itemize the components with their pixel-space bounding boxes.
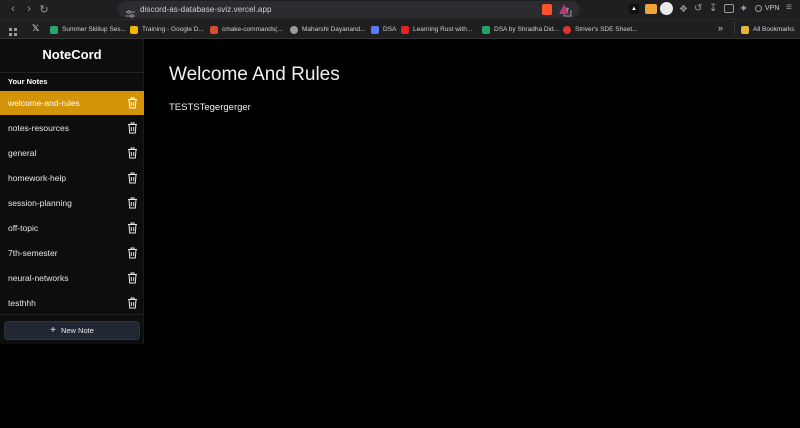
note-view: Welcome And Rules TESTSTegergerger: [145, 39, 800, 428]
new-note-label: New Note: [60, 326, 94, 335]
globe-icon: [290, 25, 298, 34]
trash-icon[interactable]: [126, 172, 138, 185]
google-drive-icon: [130, 25, 138, 34]
vpn-label: VPN: [765, 5, 780, 12]
trash-icon[interactable]: [126, 247, 138, 260]
download-icon[interactable]: ↧: [709, 3, 717, 14]
plus-icon: +: [50, 324, 56, 336]
bookmark-item[interactable]: cmake-commands(...: [210, 22, 283, 37]
bookmark-favicon-icon: [50, 25, 58, 34]
app-brand: NoteCord: [42, 47, 102, 62]
leo-ai-icon[interactable]: ✦: [739, 2, 748, 15]
note-label: neural-networks: [8, 273, 69, 283]
note-label: 7th-semester: [8, 248, 58, 258]
x-bookmark-icon[interactable]: 𝕏: [32, 23, 39, 34]
trash-icon[interactable]: [126, 272, 138, 285]
note-item-notes-resources[interactable]: notes-resources: [0, 116, 144, 140]
brand-divider: [0, 72, 144, 73]
vpn-button[interactable]: VPN: [755, 5, 779, 12]
url-text: discord-as-database-sviz.vercel.app: [140, 5, 272, 14]
browser-chrome: ‹ › ↻ discord-as-database-sviz.vercel.ap…: [0, 0, 800, 39]
new-note-button[interactable]: + New Note: [4, 321, 140, 340]
bookmark-label: cmake-commands(...: [222, 26, 283, 33]
folder-icon: [741, 25, 749, 34]
extension-icon-2[interactable]: [645, 4, 657, 14]
bookmark-item[interactable]: DSA by Shradha Did...: [482, 22, 559, 37]
bookmark-item[interactable]: Learning Rust with...: [401, 22, 472, 37]
note-label: welcome-and-rules: [8, 98, 80, 108]
bookmark-label: Striver's SDE Sheet...: [575, 26, 638, 33]
note-label: notes-resources: [8, 123, 69, 133]
cmake-icon: [210, 25, 218, 34]
all-bookmarks-label: All Bookmarks: [753, 26, 795, 33]
bookmark-label: DSA: [383, 26, 397, 33]
forward-button[interactable]: ›: [21, 1, 37, 17]
bookmark-favicon-icon: [482, 25, 490, 34]
note-item-session-planning[interactable]: session-planning: [0, 191, 144, 215]
trash-icon[interactable]: [126, 297, 138, 310]
note-item-7th-semester[interactable]: 7th-semester: [0, 241, 144, 265]
extension-icon-3[interactable]: [660, 2, 673, 15]
note-item-homework-help[interactable]: homework-help: [0, 166, 144, 190]
bookmark-label: Summer Skillup Ses...: [62, 26, 126, 33]
sidebar-footer-divider: [0, 314, 144, 315]
note-label: off-topic: [8, 223, 39, 233]
history-icon[interactable]: ↺: [694, 3, 702, 14]
bookmarks-divider: [734, 22, 735, 34]
note-item-welcome-and-rules[interactable]: welcome-and-rules: [0, 91, 144, 115]
note-item-neural-networks[interactable]: neural-networks: [0, 266, 144, 290]
bookmarks-bar: 𝕏 Summer Skillup Ses... Training - Googl…: [0, 19, 800, 38]
bookmark-item[interactable]: Maharshi Dayanand...: [290, 22, 366, 37]
address-row: ‹ › ↻ discord-as-database-sviz.vercel.ap…: [0, 0, 800, 19]
note-label: session-planning: [8, 198, 72, 208]
note-item-off-topic[interactable]: off-topic: [0, 216, 144, 240]
address-bar[interactable]: discord-as-database-sviz.vercel.app: [118, 1, 580, 18]
note-title: Welcome And Rules: [169, 64, 340, 85]
bookmark-item[interactable]: DSA: [371, 22, 396, 37]
bookmark-label: Learning Rust with...: [413, 26, 473, 33]
note-label: testhhh: [8, 298, 36, 308]
bookmark-label: Maharshi Dayanand...: [302, 26, 366, 33]
bookmark-item[interactable]: Striver's SDE Sheet...: [563, 22, 638, 37]
note-label: homework-help: [8, 173, 67, 183]
note-item-general[interactable]: general: [0, 141, 144, 165]
bookmark-item[interactable]: Summer Skillup Ses...: [50, 22, 126, 37]
note-content[interactable]: TESTSTegergerger: [169, 102, 251, 113]
bookmark-favicon-icon: [371, 25, 379, 34]
trash-icon[interactable]: [126, 97, 138, 110]
more-bookmarks-icon[interactable]: »: [718, 23, 723, 33]
bookmark-label: DSA by Shradha Did...: [494, 26, 560, 33]
youtube-icon: [401, 25, 409, 34]
bookmark-favicon-icon: [563, 25, 571, 34]
note-item-testhhh[interactable]: testhhh: [0, 291, 144, 315]
note-label: general: [8, 148, 37, 158]
vpn-icon: [755, 5, 762, 12]
bookmark-label: Training - Google D...: [142, 26, 204, 33]
sidebar: NoteCord Your Notes welcome-and-rules no…: [0, 39, 144, 344]
trash-icon[interactable]: [126, 147, 138, 160]
reload-button[interactable]: ↻: [36, 1, 52, 17]
wallet-icon[interactable]: [724, 4, 734, 13]
section-title: Your Notes: [8, 77, 48, 86]
bookmark-item[interactable]: Training - Google D...: [130, 22, 204, 37]
back-button[interactable]: ‹: [5, 1, 21, 17]
brave-rewards-icon[interactable]: [559, 4, 569, 14]
extensions-puzzle-icon[interactable]: ❖: [679, 4, 688, 15]
all-bookmarks-button[interactable]: All Bookmarks: [741, 22, 795, 37]
trash-icon[interactable]: [126, 122, 138, 135]
trash-icon[interactable]: [126, 197, 138, 210]
menu-icon[interactable]: ≡: [786, 2, 792, 13]
trash-icon[interactable]: [126, 222, 138, 235]
extension-icon-1[interactable]: ▲: [629, 4, 639, 14]
brave-shields-icon[interactable]: [542, 4, 552, 15]
